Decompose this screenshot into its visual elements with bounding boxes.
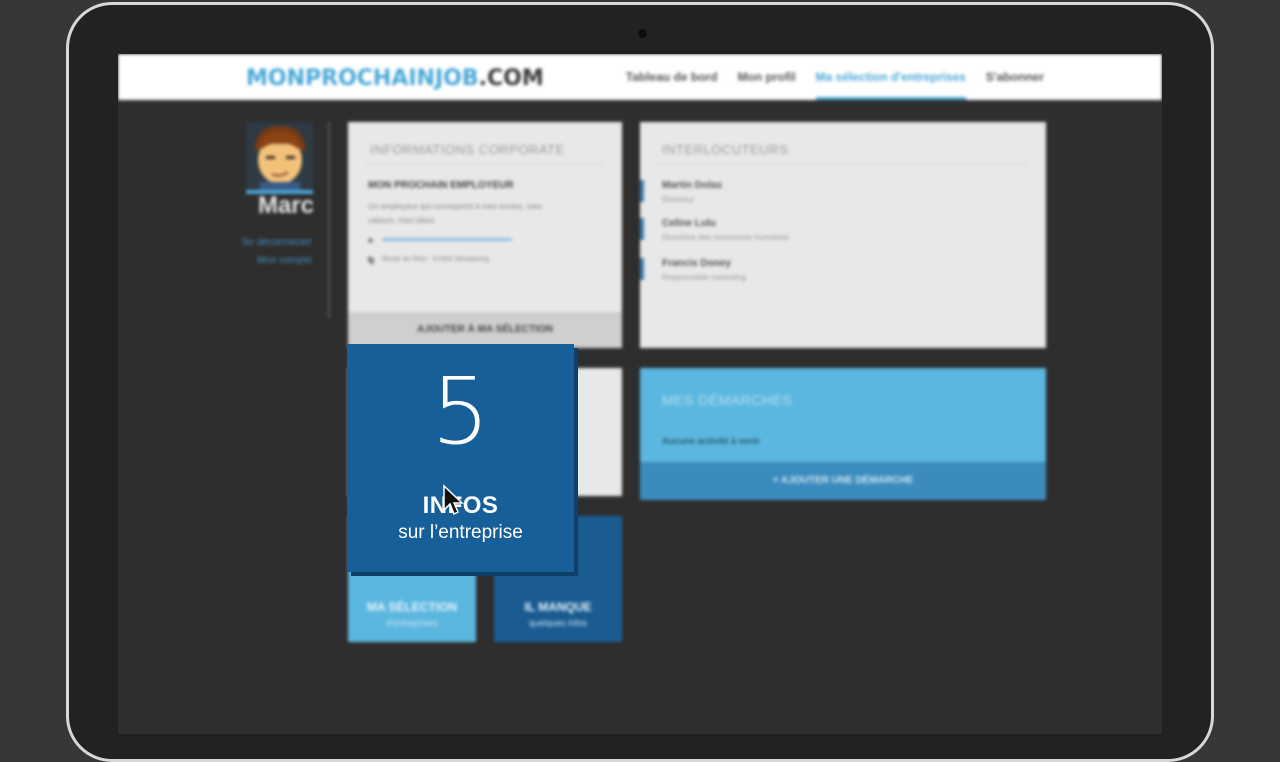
tile-title: IL MANQUE (524, 600, 592, 614)
avatar-illustration (246, 122, 313, 190)
employer-address: Route du Rhin - 67000 Strasbourg (382, 256, 489, 263)
add-to-selection-button[interactable]: AJOUTER À MA SÉLECTION (348, 312, 622, 348)
logo[interactable]: MONPROCHAINJOB.COM (246, 66, 544, 91)
nav-subscribe[interactable]: S'abonner (986, 54, 1044, 100)
main-nav: Tableau de bord Mon profil Ma sélection … (606, 54, 1044, 100)
contact-marker (640, 218, 644, 240)
nav-profile[interactable]: Mon profil (738, 54, 796, 100)
employer-email-link[interactable] (382, 238, 512, 241)
info-subtitle: sur l’entreprise (398, 522, 523, 543)
contact-name: Francis Doney (662, 258, 731, 269)
contact-marker (640, 180, 644, 202)
add-step-button[interactable]: + AJOUTER UNE DÉMARCHE (640, 462, 1046, 500)
contact-item[interactable]: Celine Lulu Directrice des ressources hu… (640, 218, 790, 242)
steps-empty-text: Aucune activité à venir (662, 436, 761, 446)
steps-card: MES DÉMARCHES Aucune activité à venir + … (640, 368, 1046, 500)
info-count: 5 (431, 358, 490, 465)
tile-subtitle: d'entreprises (386, 618, 438, 628)
employer-description: Un employeur qui correspond à mes envies… (368, 202, 542, 225)
contact-role: Directrice des ressources humaines (662, 233, 790, 242)
contact-name: Celine Lulu (662, 218, 716, 229)
contact-role: Directeur (662, 195, 695, 204)
account-link[interactable]: Mon compte (257, 255, 312, 266)
contacts-card: INTERLOCUTEURS Martin Dolas Directeur Ce… (640, 122, 1046, 348)
blurred-page: MONPROCHAINJOB.COM Tableau de bord Mon p… (118, 54, 1162, 734)
contact-role: Responsable marketing (662, 273, 747, 282)
camera-icon (638, 29, 647, 38)
user-name: Marc (257, 192, 314, 219)
email-icon (368, 238, 373, 243)
contact-item[interactable]: Martin Dolas Directeur (640, 180, 723, 204)
employer-name: MON PROCHAIN EMPLOYEUR (368, 180, 514, 191)
nav-company-selection[interactable]: Ma sélection d'entreprises (815, 54, 967, 100)
sidebar-divider (328, 122, 330, 318)
mouse-cursor-icon (443, 484, 464, 516)
location-pin-icon (366, 255, 376, 265)
contacts-card-title: INTERLOCUTEURS (662, 142, 789, 157)
logo-text-domain: .COM (478, 66, 544, 91)
steps-card-title: MES DÉMARCHES (662, 392, 793, 408)
app-header: MONPROCHAINJOB.COM Tableau de bord Mon p… (118, 54, 1162, 100)
tile-subtitle: quelques infos (528, 618, 588, 628)
logout-link[interactable]: Se déconnecter (242, 237, 312, 248)
corporate-card: INFORMATIONS CORPORATE MON PROCHAIN EMPL… (348, 122, 622, 348)
logo-text-main: MONPROCHAINJOB (246, 66, 479, 91)
screen: MONPROCHAINJOB.COM Tableau de bord Mon p… (118, 54, 1162, 734)
avatar[interactable] (246, 122, 313, 194)
company-info-tile[interactable]: 5 INFOS sur l’entreprise (347, 344, 574, 572)
contact-marker (640, 258, 644, 280)
nav-dashboard[interactable]: Tableau de bord (626, 54, 718, 100)
contact-name: Martin Dolas (662, 180, 723, 191)
contact-item[interactable]: Francis Doney Responsable marketing (640, 258, 747, 282)
corporate-card-title: INFORMATIONS CORPORATE (370, 142, 565, 157)
divider (658, 164, 1028, 165)
divider (366, 164, 604, 165)
tile-title: MA SÉLECTION (366, 600, 458, 614)
